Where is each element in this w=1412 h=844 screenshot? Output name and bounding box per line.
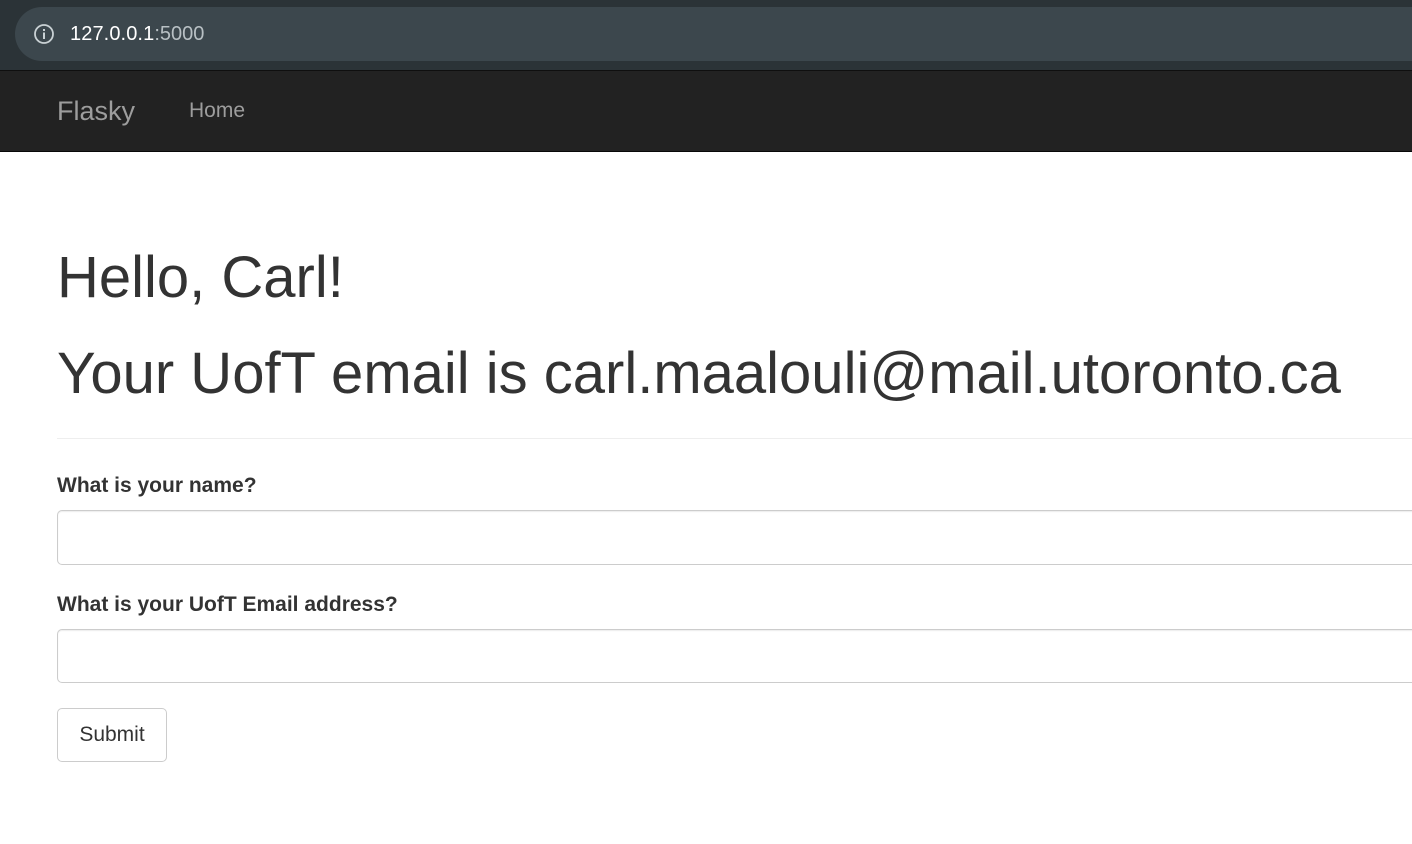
email-label: What is your UofT Email address?	[57, 593, 398, 616]
address-bar[interactable]: 127.0.0.1:5000	[15, 7, 1412, 61]
email-message: Your UofT email is carl.maalouli@mail.ut…	[57, 341, 1341, 406]
name-label: What is your name?	[57, 474, 257, 497]
name-input[interactable]	[57, 510, 1412, 565]
url-host: 127.0.0.1	[70, 22, 155, 45]
browser-toolbar: 127.0.0.1:5000	[0, 0, 1412, 70]
submit-button[interactable]: Submit	[57, 708, 167, 762]
email-input[interactable]	[57, 629, 1412, 683]
info-icon[interactable]	[33, 23, 55, 45]
divider	[57, 438, 1412, 439]
nav-link-home[interactable]: Home	[189, 99, 245, 123]
navbar: Flasky Home	[0, 70, 1412, 152]
navbar-brand[interactable]: Flasky	[57, 96, 135, 127]
page-greeting: Hello, Carl!	[57, 245, 344, 310]
url-port: :5000	[154, 22, 205, 45]
